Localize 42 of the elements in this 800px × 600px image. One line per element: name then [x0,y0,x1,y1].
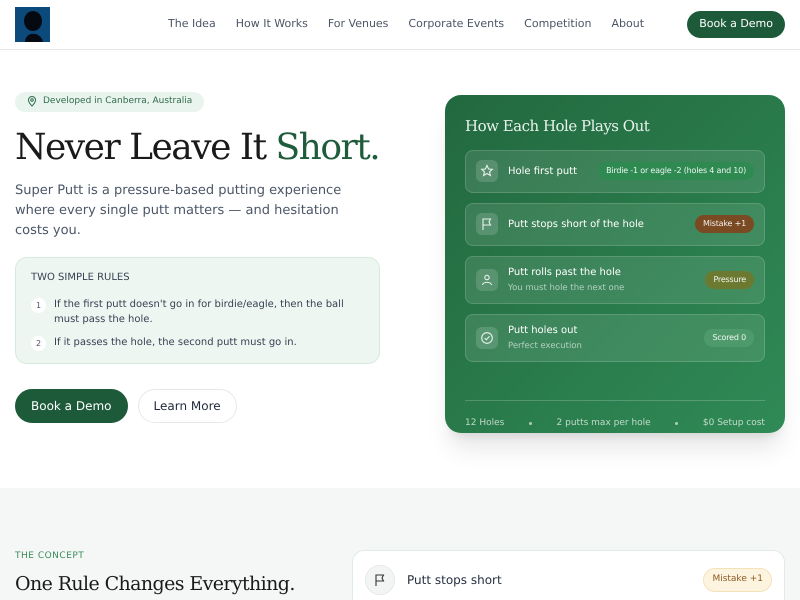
outcome-title: Putt holes out [508,324,578,338]
nav-link[interactable]: The Idea [168,16,216,33]
flag-icon [480,217,494,231]
outcome-badge: Mistake +1 [695,215,754,233]
person-icon [480,272,494,286]
nav-link[interactable]: Corporate Events [408,16,504,33]
rules-heading: TWO SIMPLE RULES [31,271,131,286]
stat-text: 12 Holes [465,416,504,430]
nav-link[interactable]: About [611,16,644,33]
location-text: Developed in Canberra, Australia [43,94,192,108]
rule-number: 1 [31,298,46,314]
nav-link[interactable]: For Venues [328,16,388,33]
outcome-badge: Birdie -1 or eagle -2 (holes 4 and 10) [598,162,754,180]
outcome-title: Hole first putt [508,164,577,178]
example-title: Putt stops short [407,572,502,589]
outcome-title: Putt stops short of the hole [508,218,644,232]
check-circle-icon [480,330,494,344]
location-pin-icon [27,96,37,107]
rule-text: If the first putt doesn't go in for birdie/eagle, then the ball must pass the hole. [54,298,345,328]
learn-more-button[interactable]: Learn More [138,389,237,424]
outcome-title: Putt rolls past the hole [508,266,622,280]
outcome-badge: Scored 0 [704,328,754,346]
card-title: How Each Hole Plays Out [465,116,651,137]
outcome-badge: Pressure [705,270,754,288]
section-heading: One Rule Changes Everything. [15,572,295,596]
nav-link[interactable]: Competition [524,16,592,33]
rule-text: If it passes the hole, the second putt must go in. [54,336,297,350]
outcome-subtitle: You must hole the next one [508,282,624,294]
book-demo-button[interactable]: Book a Demo [687,11,785,38]
logo-icon[interactable] [15,7,50,42]
stat-text: 2 putts max per hole [556,416,651,430]
hero-description: Super Putt is a pressure-based putting experience where every single putt matters — and hesitation costs you. [15,182,342,240]
mistake-badge: Mistake +1 [703,568,772,592]
book-demo-button[interactable]: Book a Demo [15,389,128,424]
stat-text: $0 Setup cost [702,416,765,430]
rule-number: 2 [31,336,46,352]
flag-icon [373,573,387,587]
star-icon [480,164,494,178]
section-eyebrow: THE CONCEPT [15,550,86,563]
outcome-subtitle: Perfect execution [508,340,582,352]
hero-heading: Never Leave It Short. [15,126,380,170]
nav-link[interactable]: How It Works [236,16,308,33]
